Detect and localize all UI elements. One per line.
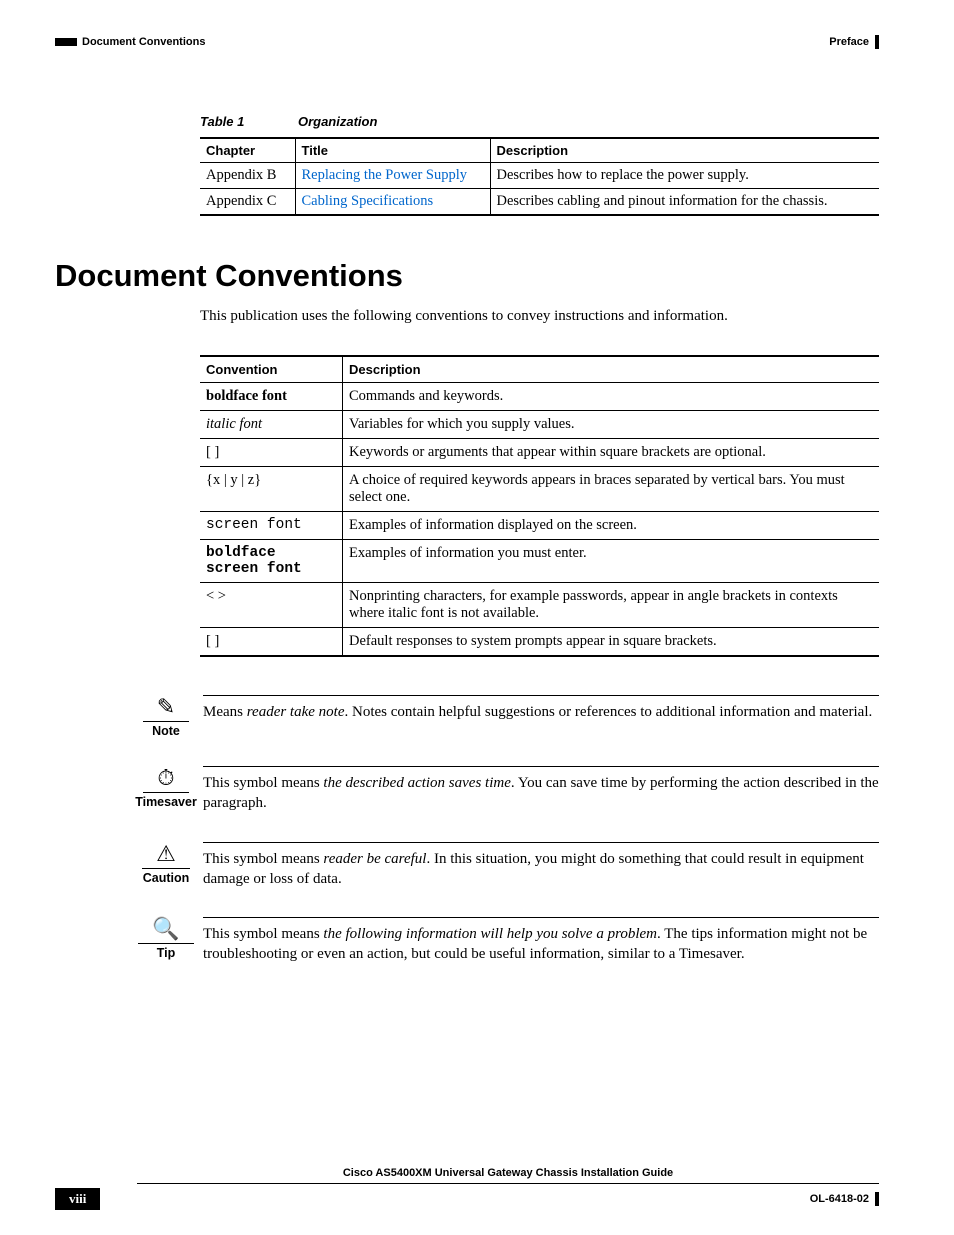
tip-icon: 🔍 xyxy=(138,917,193,944)
intro-paragraph: This publication uses the following conv… xyxy=(200,308,879,325)
timesaver-body: This symbol means the described action s… xyxy=(203,766,879,814)
organization-table: Chapter Title Description Appendix B Rep… xyxy=(200,137,879,216)
cell-desc: Variables for which you supply values. xyxy=(343,411,880,439)
table-row: Appendix C Cabling Specifications Descri… xyxy=(200,189,879,216)
footer-decor-bar xyxy=(875,1192,879,1206)
table-header-row: Chapter Title Description xyxy=(200,138,879,163)
link-replacing-power-supply[interactable]: Replacing the Power Supply xyxy=(302,167,468,183)
table-row: [ ]Default responses to system prompts a… xyxy=(200,628,879,657)
cell-convention: < > xyxy=(200,583,343,628)
doc-id: OL-6418-02 xyxy=(810,1193,869,1205)
cell-convention: boldface font xyxy=(200,383,343,411)
footer-guide-title: Cisco AS5400XM Universal Gateway Chassis… xyxy=(343,1167,673,1179)
cell-desc: Describes cabling and pinout information… xyxy=(490,189,879,216)
table-row: screen fontExamples of information displ… xyxy=(200,512,879,540)
table-row: [ ]Keywords or arguments that appear wit… xyxy=(200,439,879,467)
running-head-right: Preface xyxy=(829,36,869,48)
timesaver-callout: ⏱ Timesaver This symbol means the descri… xyxy=(137,766,879,814)
note-callout: ✎ Note Means reader take note. Notes con… xyxy=(137,695,879,738)
timesaver-label: Timesaver xyxy=(135,795,197,809)
tip-callout: 🔍 Tip This symbol means the following in… xyxy=(137,917,879,965)
page-number: viii xyxy=(55,1188,100,1210)
caution-icon: ⚠ xyxy=(142,842,190,869)
cell-chapter: Appendix B xyxy=(200,163,295,189)
cell-chapter: Appendix C xyxy=(200,189,295,216)
cell-convention: italic font xyxy=(200,411,343,439)
cell-convention: [ ] xyxy=(200,439,343,467)
note-label: Note xyxy=(152,724,180,738)
cell-desc: Commands and keywords. xyxy=(343,383,880,411)
header-decor-bar xyxy=(55,38,77,46)
col-convention: Convention xyxy=(200,356,343,383)
col-description: Description xyxy=(490,138,879,163)
cell-desc: A choice of required keywords appears in… xyxy=(343,467,880,512)
note-body: Means reader take note. Notes contain he… xyxy=(203,695,879,722)
table-caption: Table 1 Organization xyxy=(200,114,879,129)
header-decor-bar xyxy=(875,35,879,49)
caution-callout: ⚠ Caution This symbol means reader be ca… xyxy=(137,842,879,890)
cell-desc: Examples of information you must enter. xyxy=(343,540,880,583)
table-row: italic fontVariables for which you suppl… xyxy=(200,411,879,439)
table-row: {x | y | z}A choice of required keywords… xyxy=(200,467,879,512)
cell-convention: screen font xyxy=(200,512,343,540)
conventions-table: Convention Description boldface fontComm… xyxy=(200,355,879,657)
timesaver-icon: ⏱ xyxy=(143,766,188,793)
col-chapter: Chapter xyxy=(200,138,295,163)
table-row: boldface screen fontExamples of informat… xyxy=(200,540,879,583)
cell-convention: [ ] xyxy=(200,628,343,657)
table-row: boldface fontCommands and keywords. xyxy=(200,383,879,411)
tip-label: Tip xyxy=(157,946,176,960)
cell-convention: boldface screen font xyxy=(200,540,343,583)
link-cabling-specs[interactable]: Cabling Specifications xyxy=(302,193,434,209)
running-head-left: Document Conventions xyxy=(82,36,205,48)
page-header: Document Conventions Preface xyxy=(55,35,879,49)
cell-desc: Nonprinting characters, for example pass… xyxy=(343,583,880,628)
cell-desc: Default responses to system prompts appe… xyxy=(343,628,880,657)
cell-desc: Examples of information displayed on the… xyxy=(343,512,880,540)
col-description: Description xyxy=(343,356,880,383)
table-row: Appendix B Replacing the Power Supply De… xyxy=(200,163,879,189)
cell-desc: Keywords or arguments that appear within… xyxy=(343,439,880,467)
table-number: Table 1 xyxy=(200,114,244,129)
table-header-row: Convention Description xyxy=(200,356,879,383)
note-icon: ✎ xyxy=(143,695,189,722)
cell-convention: {x | y | z} xyxy=(200,467,343,512)
caution-label: Caution xyxy=(143,871,190,885)
table-row: < >Nonprinting characters, for example p… xyxy=(200,583,879,628)
table-title: Organization xyxy=(298,114,377,129)
col-title: Title xyxy=(295,138,490,163)
cell-desc: Describes how to replace the power suppl… xyxy=(490,163,879,189)
page-footer: Cisco AS5400XM Universal Gateway Chassis… xyxy=(55,1163,879,1210)
caution-body: This symbol means reader be careful. In … xyxy=(203,842,879,890)
tip-body: This symbol means the following informat… xyxy=(203,917,879,965)
section-heading: Document Conventions xyxy=(55,258,879,294)
